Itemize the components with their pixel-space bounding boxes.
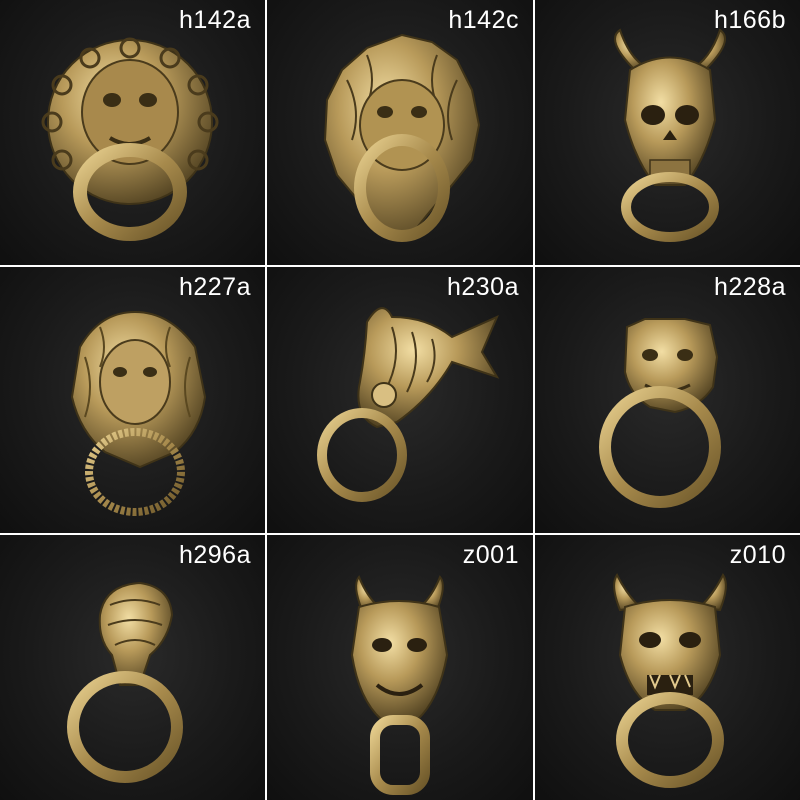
product-code-label: z001: [462, 541, 519, 569]
product-code-label: h142c: [448, 6, 519, 34]
product-tile-h166b[interactable]: h166b: [535, 0, 800, 265]
product-tile-z001[interactable]: z001: [267, 535, 533, 800]
product-code-label: h142a: [178, 6, 251, 34]
product-code-label: h230a: [446, 273, 519, 301]
product-tile-h227a[interactable]: h227a: [0, 267, 265, 533]
product-code-label: h227a: [178, 273, 251, 301]
lion-mane-knocker-icon: [323, 33, 481, 242]
product-code-label: h296a: [178, 541, 251, 569]
product-grid: h142a h142c h166b h227a h230a h228a h296…: [0, 0, 800, 800]
lion-door-knocker-with-cloud-rim-icon: [41, 37, 219, 241]
lion-head-rope-ring-icon: [70, 310, 207, 516]
product-tile-h142a[interactable]: h142a: [0, 0, 265, 265]
oni-mask-bone-ring-icon: [350, 575, 449, 795]
product-tile-h230a[interactable]: h230a: [267, 267, 533, 533]
horned-skull-ring-icon: [614, 28, 726, 242]
foo-dog-ring-icon: [599, 318, 721, 508]
product-code-label: h166b: [713, 6, 786, 34]
product-tile-h296a[interactable]: h296a: [0, 535, 265, 800]
product-tile-z010[interactable]: z010: [535, 535, 800, 800]
hannya-mask-ring-icon: [613, 573, 727, 788]
snake-head-ring-icon: [67, 581, 183, 783]
product-code-label: z010: [729, 541, 786, 569]
product-code-label: h228a: [713, 273, 786, 301]
product-tile-h142c[interactable]: h142c: [267, 0, 533, 265]
koi-fish-ring-icon: [317, 307, 500, 502]
product-tile-h228a[interactable]: h228a: [535, 267, 800, 533]
